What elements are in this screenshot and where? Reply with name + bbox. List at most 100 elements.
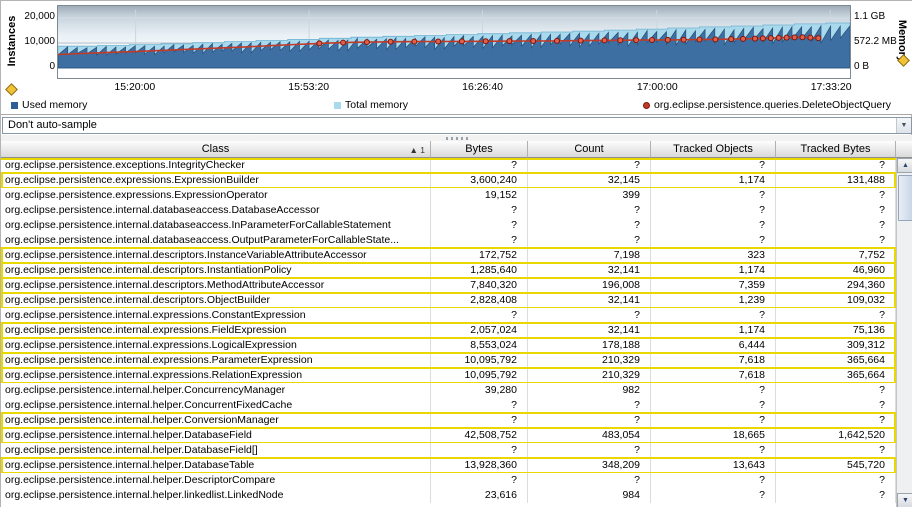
table-row[interactable]: org.eclipse.persistence.internal.descrip… xyxy=(1,293,896,308)
tracked-objects-cell: ? xyxy=(651,443,776,458)
bytes-cell: 7,840,320 xyxy=(431,278,528,293)
column-header-class[interactable]: Class▲ 1 xyxy=(1,141,431,158)
bytes-cell: ? xyxy=(431,218,528,233)
chart-legend: Used memory Total memory org.eclipse.persi… xyxy=(1,98,912,113)
table-row[interactable]: org.eclipse.persistence.internal.helper.… xyxy=(1,428,896,443)
class-name-cell: org.eclipse.persistence.internal.express… xyxy=(1,308,431,323)
sort-ascending-icon: ▲ 1 xyxy=(409,142,425,158)
table-row[interactable]: org.eclipse.persistence.internal.helper.… xyxy=(1,458,896,473)
tracked-bytes-cell: ? xyxy=(776,473,896,488)
bytes-cell: ? xyxy=(431,158,528,173)
memory-tick-label: 572.2 MB xyxy=(854,36,902,48)
count-cell: 348,209 xyxy=(528,458,651,473)
chevron-down-icon[interactable]: ▼ xyxy=(896,118,911,133)
count-cell: ? xyxy=(528,398,651,413)
bytes-cell: ? xyxy=(431,443,528,458)
tracked-objects-cell: 1,239 xyxy=(651,293,776,308)
column-header-tracked-objects[interactable]: Tracked Objects xyxy=(651,141,776,158)
table-row[interactable]: org.eclipse.persistence.internal.express… xyxy=(1,308,896,323)
legend-label: Used memory xyxy=(22,99,87,111)
class-name-cell: org.eclipse.persistence.internal.helper.… xyxy=(1,413,431,428)
chart-plot[interactable] xyxy=(57,5,851,79)
bytes-cell: 2,828,408 xyxy=(431,293,528,308)
count-cell: 178,188 xyxy=(528,338,651,353)
bytes-cell: 3,600,240 xyxy=(431,173,528,188)
tracked-bytes-cell: 545,720 xyxy=(776,458,896,473)
tracked-objects-cell: ? xyxy=(651,383,776,398)
table-row[interactable]: org.eclipse.persistence.internal.descrip… xyxy=(1,278,896,293)
bytes-cell: ? xyxy=(431,398,528,413)
scroll-up-icon[interactable]: ▲ xyxy=(897,158,912,173)
class-name-cell: org.eclipse.persistence.internal.helper.… xyxy=(1,383,431,398)
count-cell: ? xyxy=(528,413,651,428)
legend-dot-icon xyxy=(643,102,650,109)
table-row[interactable]: org.eclipse.persistence.internal.helper.… xyxy=(1,383,896,398)
table-row[interactable]: org.eclipse.persistence.internal.databas… xyxy=(1,203,896,218)
table-row[interactable]: org.eclipse.persistence.exceptions.Integ… xyxy=(1,158,896,173)
column-header-count[interactable]: Count xyxy=(528,141,651,158)
table-row[interactable]: org.eclipse.persistence.internal.express… xyxy=(1,338,896,353)
table-row[interactable]: org.eclipse.persistence.internal.helper.… xyxy=(1,473,896,488)
instances-tick-label: 10,000 xyxy=(15,36,55,48)
table-row[interactable]: org.eclipse.persistence.internal.helper.… xyxy=(1,398,896,413)
count-cell: 399 xyxy=(528,188,651,203)
class-table: Class▲ 1Bytes Count Tracked ObjectsTracked… xyxy=(1,141,912,507)
vertical-scrollbar[interactable]: ▲ ▼ xyxy=(896,158,912,507)
column-header-tracked-bytes[interactable]: Tracked Bytes xyxy=(776,141,896,158)
bytes-cell: ? xyxy=(431,473,528,488)
table-row[interactable]: org.eclipse.persistence.expressions.Expr… xyxy=(1,173,896,188)
table-row[interactable]: org.eclipse.persistence.internal.express… xyxy=(1,368,896,383)
tracked-bytes-cell: 365,664 xyxy=(776,368,896,383)
table-row[interactable]: org.eclipse.persistence.internal.databas… xyxy=(1,233,896,248)
column-header-label: Count xyxy=(574,143,603,155)
table-row[interactable]: org.eclipse.persistence.expressions.Expr… xyxy=(1,188,896,203)
auto-sample-select[interactable]: Don't auto-sample ▼ xyxy=(2,117,912,134)
table-row[interactable]: org.eclipse.persistence.internal.express… xyxy=(1,353,896,368)
tracked-bytes-cell: ? xyxy=(776,308,896,323)
table-row[interactable]: org.eclipse.persistence.internal.helper.… xyxy=(1,413,896,428)
tracked-bytes-cell: ? xyxy=(776,233,896,248)
class-name-cell: org.eclipse.persistence.internal.helper.… xyxy=(1,473,431,488)
legend-item: org.eclipse.persistence.queries.DeleteOb… xyxy=(643,98,891,112)
table-row[interactable]: org.eclipse.persistence.internal.helper.… xyxy=(1,443,896,458)
count-cell: 196,008 xyxy=(528,278,651,293)
table-row[interactable]: org.eclipse.persistence.internal.descrip… xyxy=(1,263,896,278)
tracked-bytes-cell: ? xyxy=(776,413,896,428)
class-name-cell: org.eclipse.persistence.expressions.Expr… xyxy=(1,188,431,203)
bytes-cell: 10,095,792 xyxy=(431,353,528,368)
tracked-objects-cell: 323 xyxy=(651,248,776,263)
count-cell: ? xyxy=(528,158,651,173)
class-name-cell: org.eclipse.persistence.internal.helper.… xyxy=(1,488,431,503)
legend-item: Total memory xyxy=(334,98,408,112)
class-name-cell: org.eclipse.persistence.internal.descrip… xyxy=(1,293,431,308)
tracked-objects-cell: 1,174 xyxy=(651,173,776,188)
table-row[interactable]: org.eclipse.persistence.internal.databas… xyxy=(1,218,896,233)
table-row[interactable]: org.eclipse.persistence.internal.helper.… xyxy=(1,488,896,503)
table-body: org.eclipse.persistence.exceptions.Integ… xyxy=(1,158,896,507)
scrollbar-thumb[interactable] xyxy=(898,175,912,221)
time-tick-label: 17:33:20 xyxy=(811,81,852,93)
tracked-bytes-cell: ? xyxy=(776,398,896,413)
bytes-cell: 39,280 xyxy=(431,383,528,398)
bytes-cell: 1,285,640 xyxy=(431,263,528,278)
tracked-bytes-cell: ? xyxy=(776,158,896,173)
table-row[interactable]: org.eclipse.persistence.internal.descrip… xyxy=(1,248,896,263)
table-row[interactable]: org.eclipse.persistence.internal.express… xyxy=(1,323,896,338)
count-cell: 32,141 xyxy=(528,263,651,278)
memory-tick-label: 1.1 GB xyxy=(854,11,902,23)
time-tick-label: 16:26:40 xyxy=(462,81,503,93)
tracked-objects-cell: ? xyxy=(651,473,776,488)
auto-sample-value: Don't auto-sample xyxy=(8,119,97,131)
scroll-down-icon[interactable]: ▼ xyxy=(897,493,912,507)
memory-chart-panel: Instances 20,00010,0000 1.1 GB572.2 MB0 … xyxy=(1,1,912,115)
tracked-objects-cell: 6,444 xyxy=(651,338,776,353)
class-name-cell: org.eclipse.persistence.internal.descrip… xyxy=(1,248,431,263)
class-name-cell: org.eclipse.persistence.internal.express… xyxy=(1,368,431,383)
column-header-bytes[interactable]: Bytes xyxy=(431,141,528,158)
tracked-objects-cell: 1,174 xyxy=(651,323,776,338)
tracked-bytes-cell: 46,960 xyxy=(776,263,896,278)
class-name-cell: org.eclipse.persistence.internal.databas… xyxy=(1,233,431,248)
profiler-window: Instances 20,00010,0000 1.1 GB572.2 MB0 … xyxy=(0,0,912,507)
count-cell: 984 xyxy=(528,488,651,503)
count-cell: ? xyxy=(528,443,651,458)
